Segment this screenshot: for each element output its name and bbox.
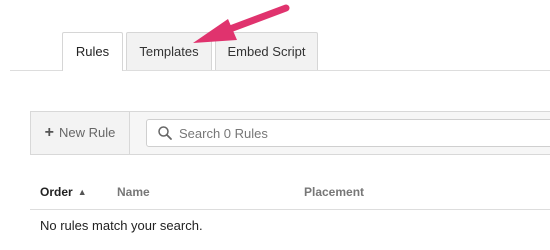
column-header-order-label: Order [40,185,73,199]
new-rule-label: New Rule [58,125,116,140]
column-header-order[interactable]: Order ▲ [40,175,87,210]
search-box[interactable] [146,119,550,147]
column-header-placement[interactable]: Placement [304,175,364,209]
new-rule-button[interactable]: + New Rule [31,112,130,154]
empty-state-message: No rules match your search. [40,218,203,233]
search-icon [158,126,172,140]
sort-ascending-icon: ▲ [77,187,87,197]
tab-rules[interactable]: Rules [62,32,123,71]
tab-embed-script[interactable]: Embed Script [215,32,318,70]
rules-toolbar: + New Rule [30,111,550,155]
column-header-name[interactable]: Name [117,175,150,209]
tab-templates[interactable]: Templates [126,32,212,70]
plus-icon: + [44,124,54,141]
table-header: Order ▲ Name Placement [30,175,550,210]
search-input[interactable] [179,125,539,141]
